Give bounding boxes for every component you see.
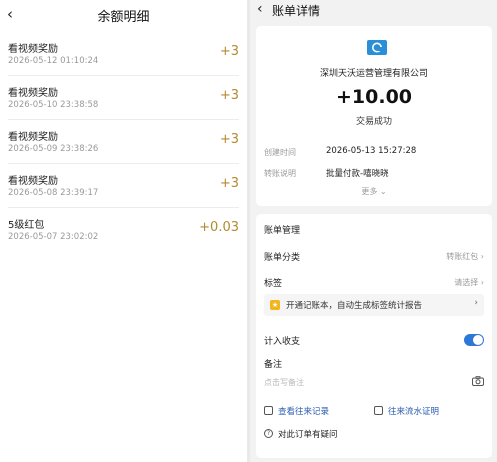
income-label: 计入收支 bbox=[264, 337, 301, 347]
bill-amount: +10.00 bbox=[335, 86, 413, 108]
item-amount: +3 bbox=[219, 176, 239, 191]
flow-proof-link[interactable]: 往来流水证明 bbox=[388, 405, 439, 417]
category-selector[interactable]: 转账红包 › bbox=[446, 251, 484, 262]
tag-selector[interactable]: 请选择 › bbox=[454, 277, 484, 288]
list-item[interactable]: 看视频奖励 2026-05-09 23:38:26 +3 bbox=[8, 120, 239, 164]
list-item[interactable]: 看视频奖励 2026-05-12 01:10:24 +3 bbox=[8, 32, 239, 76]
item-name: 看视频奖励 bbox=[8, 44, 58, 55]
bill-management-card: 账单管理 账单分类 转账红包 › 标签 请选择 › ★ 开通记账本，自动生成标签… bbox=[256, 214, 492, 458]
merchant-logo-icon bbox=[367, 40, 387, 55]
item-amount: +3 bbox=[219, 88, 239, 103]
page-title: 余额明细 bbox=[97, 10, 150, 25]
bill-detail-panel: ‹ 账单详情 深圳天沃运营管理有限公司 +10.00 交易成功 创建时间 202… bbox=[250, 0, 497, 462]
income-toggle[interactable] bbox=[464, 334, 484, 346]
create-time-value: 2026-05-13 15:27:28 bbox=[326, 146, 417, 156]
more-button[interactable]: 更多 ⌄ bbox=[256, 186, 492, 197]
question-icon: ? bbox=[264, 429, 273, 438]
left-header: ‹ 余额明细 bbox=[0, 0, 247, 30]
item-time: 2026-05-10 23:38:58 bbox=[8, 100, 99, 110]
ledger-icon: ★ bbox=[270, 300, 280, 310]
tag-value: 请选择 bbox=[454, 278, 479, 287]
item-amount: +3 bbox=[219, 44, 239, 59]
transaction-list: 看视频奖励 2026-05-12 01:10:24 +3 看视频奖励 2026-… bbox=[0, 32, 247, 252]
transfer-note-label: 转账说明 bbox=[264, 169, 296, 178]
ledger-promo-banner[interactable]: ★ 开通记账本，自动生成标签统计报告 › bbox=[264, 294, 484, 316]
promo-text: 开通记账本，自动生成标签统计报告 bbox=[286, 301, 423, 311]
list-item[interactable]: 看视频奖励 2026-05-08 23:39:17 +3 bbox=[8, 164, 239, 208]
item-time: 2026-05-12 01:10:24 bbox=[8, 56, 99, 66]
chevron-right-icon: › bbox=[480, 278, 484, 287]
category-label: 账单分类 bbox=[264, 253, 301, 263]
transfer-note-value: 批量付款-嘻晓晓 bbox=[326, 169, 389, 179]
list-item[interactable]: 5级红包 2026-05-07 23:02:02 +0.03 bbox=[8, 208, 239, 252]
transaction-status: 交易成功 bbox=[355, 117, 392, 127]
view-records-link[interactable]: 查看往来记录 bbox=[278, 405, 329, 417]
camera-icon[interactable] bbox=[472, 376, 484, 386]
item-time: 2026-05-08 23:39:17 bbox=[8, 188, 99, 198]
chevron-right-icon: › bbox=[480, 252, 484, 261]
item-time: 2026-05-09 23:38:26 bbox=[8, 144, 99, 154]
records-icon bbox=[264, 406, 273, 415]
category-value: 转账红包 bbox=[446, 252, 479, 261]
item-time: 2026-05-07 23:02:02 bbox=[8, 232, 99, 242]
item-amount: +0.03 bbox=[199, 220, 239, 235]
item-name: 看视频奖励 bbox=[8, 132, 58, 143]
item-name: 5级红包 bbox=[8, 220, 45, 231]
list-item[interactable]: 看视频奖励 2026-05-10 23:38:58 +3 bbox=[8, 76, 239, 120]
item-amount: +3 bbox=[219, 132, 239, 147]
balance-detail-panel: ‹ 余额明细 看视频奖励 2026-05-12 01:10:24 +3 看视频奖… bbox=[0, 0, 247, 462]
proof-icon bbox=[374, 406, 383, 415]
order-question-link[interactable]: 对此订单有疑问 bbox=[278, 428, 338, 440]
tag-label: 标签 bbox=[264, 279, 283, 289]
note-input[interactable]: 点击写备注 bbox=[264, 377, 304, 388]
chevron-right-icon: › bbox=[474, 298, 478, 308]
note-label: 备注 bbox=[264, 360, 283, 370]
item-name: 看视频奖励 bbox=[8, 176, 58, 187]
create-time-label: 创建时间 bbox=[264, 148, 296, 157]
chevron-down-icon: ⌄ bbox=[379, 187, 387, 196]
item-name: 看视频奖励 bbox=[8, 88, 58, 99]
more-label: 更多 bbox=[361, 187, 378, 196]
back-chevron-icon[interactable]: ‹ bbox=[257, 1, 263, 17]
bill-summary-card: 深圳天沃运营管理有限公司 +10.00 交易成功 创建时间 2026-05-13… bbox=[256, 26, 492, 206]
page-title: 账单详情 bbox=[272, 4, 321, 18]
section-title: 账单管理 bbox=[264, 226, 301, 236]
merchant-name: 深圳天沃运营管理有限公司 bbox=[319, 69, 428, 79]
